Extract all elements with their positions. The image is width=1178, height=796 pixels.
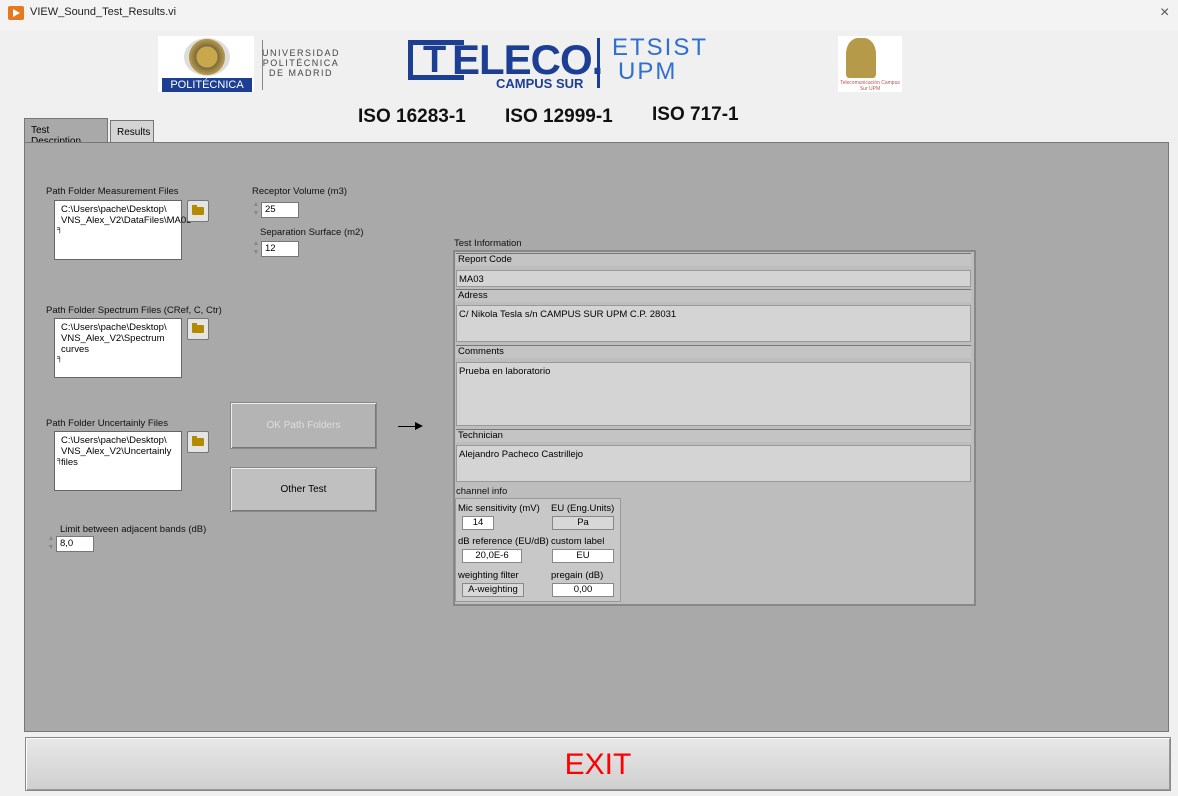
pregain-label: pregain (dB)	[551, 570, 604, 581]
title-bar	[0, 0, 1178, 30]
custom-label-input[interactable]: EU	[552, 549, 614, 563]
address-label: Adress	[456, 289, 971, 302]
channel-info-title: channel info	[456, 486, 508, 497]
arrow-head-icon	[415, 422, 423, 430]
window-title: VIEW_Sound_Test_Results.vi	[30, 6, 177, 18]
custom-label-label: custom label	[551, 536, 605, 547]
technician-field[interactable]: Alejandro Pacheco Castrillejo	[456, 445, 971, 482]
weighting-filter-label: weighting filter	[458, 570, 519, 581]
standard-label: ISO 12999-1	[505, 106, 613, 127]
db-reference-label: dB reference (EU/dB)	[458, 536, 549, 547]
etsist-line2: UPM	[618, 58, 678, 85]
etsist-logo: ETSIST UPM	[612, 36, 708, 84]
comments-field[interactable]: Prueba en laboratorio	[456, 362, 971, 426]
limit-bands-input[interactable]: 8,0	[56, 536, 94, 552]
receptor-volume-stepper[interactable]: ▲ ▼	[252, 200, 260, 220]
folder-icon	[192, 323, 204, 333]
uncertainty-path-value: C:\Users\pache\Desktop\ VNS_Alex_V2\Unce…	[61, 435, 172, 468]
spectrum-browse-button[interactable]	[187, 318, 209, 340]
receptor-volume-input[interactable]: 25	[261, 202, 299, 218]
upm-crest-icon	[184, 38, 230, 76]
teleco-logo-campus: CAMPUS SUR	[496, 76, 584, 91]
measurement-path-field[interactable]: C:\Users\pache\Desktop\ VNS_Alex_V2\Data…	[54, 200, 191, 260]
teleco-separator	[597, 38, 600, 88]
seal-icon	[846, 38, 876, 78]
separation-surface-input[interactable]: 12	[261, 241, 299, 257]
spectrum-path-label: Path Folder Spectrum Files (CRef, C, Ctr…	[46, 305, 222, 316]
seal-text: Telecomunicación Campus Sur UPM	[840, 80, 900, 92]
folder-icon	[192, 436, 204, 446]
technician-label: Technician	[456, 429, 971, 442]
limit-bands-stepper[interactable]: ▲ ▼	[47, 534, 55, 554]
close-icon[interactable]: ×	[1160, 4, 1169, 22]
weighting-filter-select[interactable]: A-weighting	[462, 583, 524, 597]
mic-sensitivity-label: Mic sensitivity (mV)	[458, 503, 540, 514]
separation-surface-label: Separation Surface (m2)	[260, 227, 364, 238]
etsist-line1: ETSIST	[612, 34, 709, 61]
folder-icon	[192, 205, 204, 215]
limit-bands-label: Limit between adjacent bands (dB)	[60, 524, 207, 535]
exit-button[interactable]: EXIT	[25, 737, 1171, 791]
other-test-button[interactable]: Other Test	[230, 467, 377, 512]
measurement-browse-button[interactable]	[187, 200, 209, 222]
tab-results[interactable]: Results	[110, 120, 154, 142]
text-cursor-icon: ╕	[57, 455, 63, 464]
spectrum-path-field[interactable]: C:\Users\pache\Desktop\ VNS_Alex_V2\Spec…	[54, 318, 182, 378]
upm-logo-text: UNIVERSIDAD POLITÉCNICA DE MADRID	[261, 48, 340, 78]
tab-test-description[interactable]: Test Description	[24, 118, 108, 147]
pregain-input[interactable]: 0,00	[552, 583, 614, 597]
test-info-title: Test Information	[454, 238, 522, 249]
report-code-field[interactable]: MA03	[456, 270, 971, 287]
labview-vi-icon	[8, 6, 24, 20]
standard-label: ISO 717-1	[652, 104, 739, 125]
text-cursor-icon: ╕	[57, 353, 63, 362]
spectrum-path-value: C:\Users\pache\Desktop\ VNS_Alex_V2\Spec…	[61, 322, 167, 355]
standard-label: ISO 16283-1	[358, 106, 466, 127]
comments-label: Comments	[456, 345, 971, 358]
uncertainty-path-label: Path Folder Uncertainly Files	[46, 418, 168, 429]
upm-logo-band: POLITÉCNICA	[162, 78, 252, 92]
uncertainty-path-field[interactable]: C:\Users\pache\Desktop\ VNS_Alex_V2\Unce…	[54, 431, 182, 491]
eu-label: EU (Eng.Units)	[551, 503, 615, 514]
eu-value: Pa	[552, 516, 614, 530]
measurement-path-label: Path Folder Measurement Files	[46, 186, 179, 197]
mic-sensitivity-input[interactable]: 14	[462, 516, 494, 530]
receptor-volume-label: Receptor Volume (m3)	[252, 186, 348, 197]
ok-path-folders-button[interactable]: OK Path Folders	[230, 402, 377, 449]
address-field[interactable]: C/ Nikola Tesla s/n CAMPUS SUR UPM C.P. …	[456, 305, 971, 342]
measurement-path-value: C:\Users\pache\Desktop\ VNS_Alex_V2\Data…	[61, 204, 192, 226]
separation-surface-stepper[interactable]: ▲ ▼	[252, 239, 260, 259]
db-reference-input[interactable]: 20,0E-6	[462, 549, 522, 563]
uncertainty-browse-button[interactable]	[187, 431, 209, 453]
text-cursor-icon: ╕	[57, 224, 63, 233]
report-code-label: Report Code	[456, 253, 971, 266]
